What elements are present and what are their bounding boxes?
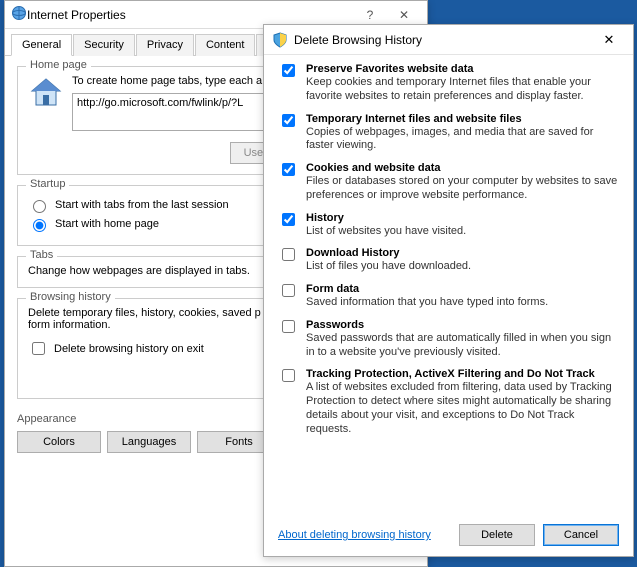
startup-home-label: Start with home page — [55, 218, 159, 230]
dbh-footer: About deleting browsing history Delete C… — [278, 524, 619, 546]
dbh-checkbox-4[interactable] — [282, 248, 295, 261]
dbh-checkbox-2[interactable] — [282, 163, 295, 176]
globe-icon — [11, 5, 27, 24]
tab-content[interactable]: Content — [195, 34, 256, 56]
delete-on-exit-checkbox[interactable] — [32, 342, 45, 355]
dbh-item-4: Download HistoryList of files you have d… — [278, 247, 619, 274]
tabs-legend: Tabs — [26, 249, 57, 261]
dbh-titlebar: Delete Browsing History ✕ — [264, 25, 633, 55]
dbh-title: Delete Browsing History — [294, 33, 589, 47]
house-icon — [28, 75, 64, 111]
dbh-item-label: Preserve Favorites website data — [306, 63, 619, 75]
dbh-item-6: PasswordsSaved passwords that are automa… — [278, 319, 619, 360]
dbh-item-0: Preserve Favorites website dataKeep cook… — [278, 63, 619, 104]
dbh-close-button[interactable]: ✕ — [589, 28, 629, 52]
dbh-item-desc: A list of websites excluded from filteri… — [306, 381, 619, 436]
history-legend: Browsing history — [26, 291, 115, 303]
dbh-item-label: Cookies and website data — [306, 162, 619, 174]
dbh-item-desc: List of websites you have visited. — [306, 225, 466, 239]
dbh-item-5: Form dataSaved information that you have… — [278, 283, 619, 310]
delete-browsing-history-window: Delete Browsing History ✕ Preserve Favor… — [263, 24, 634, 557]
about-deleting-link[interactable]: About deleting browsing history — [278, 529, 431, 541]
dbh-item-label: Passwords — [306, 319, 619, 331]
dbh-item-label: Download History — [306, 247, 471, 259]
dbh-item-desc: Files or databases stored on your comput… — [306, 175, 619, 203]
ip-title: Internet Properties — [27, 8, 353, 22]
dbh-item-desc: Saved information that you have typed in… — [306, 296, 548, 310]
startup-last-label: Start with tabs from the last session — [55, 199, 229, 211]
radio-home-page[interactable] — [33, 219, 46, 232]
dbh-item-desc: Copies of webpages, images, and media th… — [306, 126, 619, 154]
dbh-item-desc: List of files you have downloaded. — [306, 260, 471, 274]
dbh-checkbox-7[interactable] — [282, 369, 295, 382]
dbh-item-label: Form data — [306, 283, 548, 295]
dbh-item-desc: Saved passwords that are automatically f… — [306, 332, 619, 360]
dbh-item-3: HistoryList of websites you have visited… — [278, 212, 619, 239]
radio-last-session[interactable] — [33, 200, 46, 213]
shield-icon — [272, 32, 288, 48]
startup-legend: Startup — [26, 178, 69, 190]
dbh-item-label: Tracking Protection, ActiveX Filtering a… — [306, 368, 619, 380]
close-button[interactable]: ✕ — [387, 4, 421, 26]
dbh-checkbox-5[interactable] — [282, 284, 295, 297]
dbh-item-7: Tracking Protection, ActiveX Filtering a… — [278, 368, 619, 436]
dbh-checkbox-6[interactable] — [282, 320, 295, 333]
dbh-item-2: Cookies and website dataFiles or databas… — [278, 162, 619, 203]
tab-security[interactable]: Security — [73, 34, 135, 56]
languages-button[interactable]: Languages — [107, 431, 191, 453]
dbh-item-label: History — [306, 212, 466, 224]
delete-on-exit-label: Delete browsing history on exit — [54, 343, 204, 355]
dbh-cancel-button[interactable]: Cancel — [543, 524, 619, 546]
appearance-legend: Appearance — [17, 413, 76, 425]
tab-general[interactable]: General — [11, 34, 72, 56]
tab-privacy[interactable]: Privacy — [136, 34, 194, 56]
homepage-legend: Home page — [26, 59, 91, 71]
dbh-checkbox-3[interactable] — [282, 213, 295, 226]
dbh-item-label: Temporary Internet files and website fil… — [306, 113, 619, 125]
help-button[interactable]: ? — [353, 4, 387, 26]
colors-button[interactable]: Colors — [17, 431, 101, 453]
dbh-item-1: Temporary Internet files and website fil… — [278, 113, 619, 154]
dbh-checkbox-1[interactable] — [282, 114, 295, 127]
dbh-items-list: Preserve Favorites website dataKeep cook… — [264, 55, 633, 445]
dbh-checkbox-0[interactable] — [282, 64, 295, 77]
dbh-item-desc: Keep cookies and temporary Internet file… — [306, 76, 619, 104]
dbh-delete-button[interactable]: Delete — [459, 524, 535, 546]
